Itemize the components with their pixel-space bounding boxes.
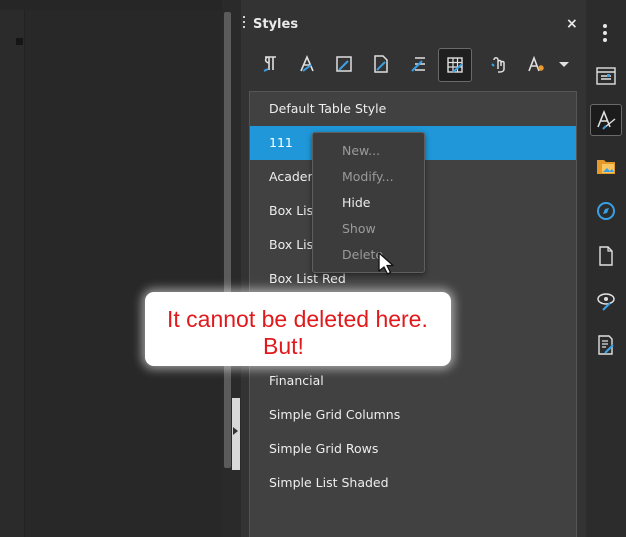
- menu-item-new[interactable]: New...: [313, 138, 423, 164]
- list-item[interactable]: Default Table Style: [250, 92, 576, 126]
- table-styles-button[interactable]: [438, 48, 472, 82]
- list-styles-button[interactable]: [403, 49, 433, 79]
- character-styles-icon: [300, 54, 314, 72]
- vertical-scrollbar[interactable]: [224, 12, 231, 468]
- panel-title: Styles: [253, 17, 299, 32]
- annotation-callout: It cannot be deleted here. But!: [145, 292, 451, 366]
- sidebar-navigator-button[interactable]: [590, 195, 622, 227]
- navigator-icon: [597, 202, 615, 220]
- close-button[interactable]: ×: [566, 16, 578, 32]
- text-boundary-marker: [16, 38, 23, 45]
- frame-styles-button[interactable]: [329, 49, 359, 79]
- menu-item-show[interactable]: Show: [313, 216, 423, 242]
- sidebar-styles-button[interactable]: [590, 104, 622, 136]
- menu-item-hide[interactable]: Hide: [313, 190, 423, 216]
- styles-actions-dropdown-icon[interactable]: [559, 62, 569, 67]
- sidebar-gallery-button[interactable]: [590, 150, 622, 182]
- page-icon: [599, 246, 613, 266]
- styles-icon: [597, 109, 616, 130]
- menu-item-modify[interactable]: Modify...: [313, 164, 423, 190]
- drag-grip-icon[interactable]: [243, 16, 246, 32]
- sidebar-style-inspector-button[interactable]: [590, 285, 622, 317]
- page-styles-icon: [374, 55, 388, 73]
- gallery-icon: [597, 160, 615, 174]
- style-inspector-icon: [597, 293, 615, 311]
- paragraph-styles-button[interactable]: [255, 49, 285, 79]
- annotation-line-2: But!: [263, 333, 304, 359]
- collapse-arrow-icon[interactable]: [233, 427, 238, 435]
- mouse-pointer-icon: [378, 252, 394, 275]
- properties-icon: [596, 67, 616, 85]
- sidebar-manage-changes-button[interactable]: [590, 329, 622, 361]
- frame-styles-icon: [336, 56, 352, 72]
- manage-changes-icon: [598, 335, 614, 355]
- fill-format-mode-button[interactable]: [484, 49, 514, 79]
- page-styles-button[interactable]: [366, 49, 396, 79]
- document-page[interactable]: [24, 10, 223, 537]
- sidebar-page-button[interactable]: [590, 240, 622, 272]
- list-styles-icon: [411, 57, 425, 72]
- fill-format-mode-icon: [491, 57, 505, 73]
- list-item[interactable]: Financial: [250, 364, 576, 398]
- sidebar-properties-button[interactable]: [590, 60, 622, 92]
- new-style-from-selection-button[interactable]: [521, 49, 551, 79]
- character-styles-button[interactable]: [292, 49, 322, 79]
- list-item[interactable]: Simple Grid Columns: [250, 398, 576, 432]
- menu-item-delete[interactable]: Delete: [313, 242, 423, 268]
- context-menu: New... Modify... Hide Show Delete: [312, 132, 425, 273]
- list-item[interactable]: Simple Grid Rows: [250, 432, 576, 466]
- new-style-from-selection-icon: [528, 55, 544, 72]
- document-area[interactable]: [0, 0, 223, 537]
- more-options-icon[interactable]: [603, 24, 607, 45]
- table-styles-icon: [447, 57, 463, 73]
- list-item[interactable]: Simple List Shaded: [250, 466, 576, 500]
- paragraph-styles-icon: [263, 56, 276, 72]
- annotation-line-1: It cannot be deleted here.: [167, 306, 428, 332]
